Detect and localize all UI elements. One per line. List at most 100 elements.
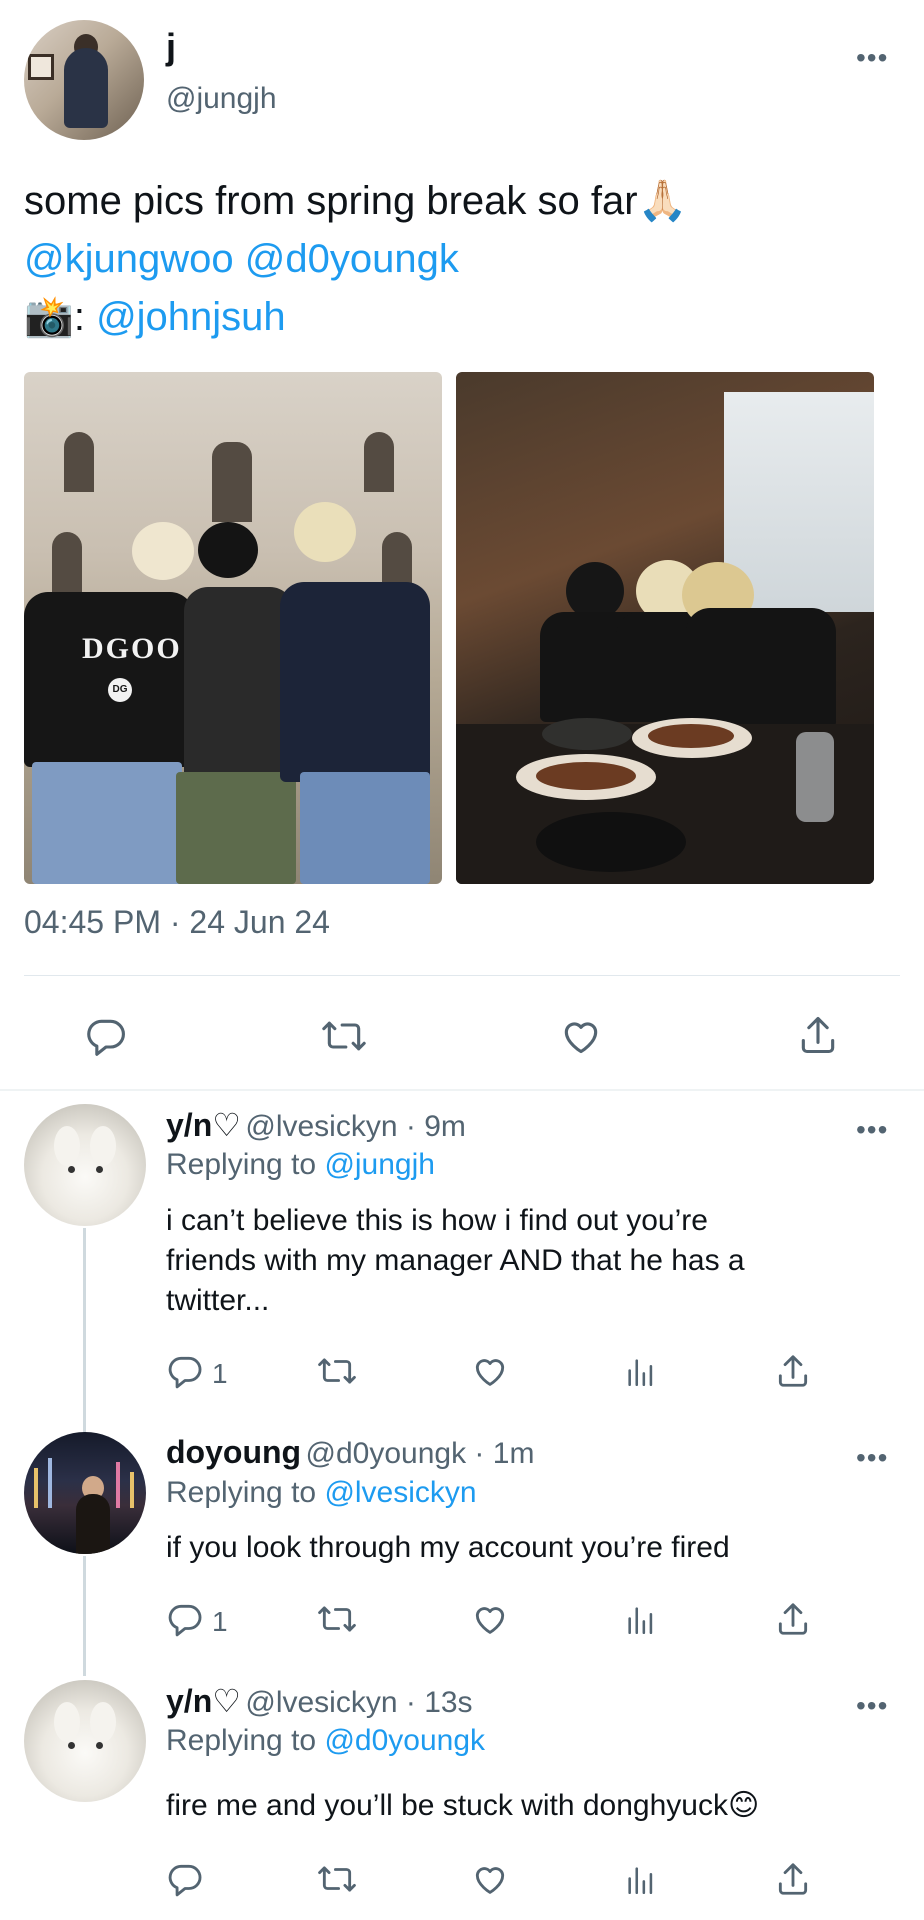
bunny-ear <box>90 1126 116 1166</box>
like-icon[interactable] <box>470 1352 510 1390</box>
cathedral-window <box>212 442 252 522</box>
cathedral-window <box>52 532 82 592</box>
tweet-text: some pics from spring break so far🙏🏻 @kj… <box>24 172 904 346</box>
reply-icon[interactable] <box>166 1600 204 1638</box>
more-options-icon[interactable]: ••• <box>856 1114 888 1146</box>
reply-text: i can’t believe this is how i find out y… <box>166 1201 886 1321</box>
divider <box>24 975 900 976</box>
retweet-icon[interactable] <box>316 1352 358 1390</box>
reply-text-line: friends with my manager AND that he has … <box>166 1244 745 1277</box>
reply-icon[interactable] <box>166 1352 204 1390</box>
share-icon[interactable] <box>774 1860 812 1898</box>
reply-count: 1 <box>212 1606 228 1637</box>
tweet-photo-2[interactable] <box>456 372 874 884</box>
more-options-icon[interactable]: ••• <box>856 1690 888 1722</box>
reply-count: 1 <box>212 1358 228 1389</box>
reply-text-line: if you look through my account you’re fi… <box>166 1531 730 1564</box>
like-icon[interactable] <box>470 1600 510 1638</box>
bunny-eye <box>68 1166 75 1173</box>
person-seated <box>686 608 836 728</box>
reply-handle-time[interactable]: @lvesickyn · 9m <box>245 1110 466 1143</box>
dinner-plate <box>542 718 632 750</box>
avatar-figure <box>64 48 108 128</box>
credit-colon: : <box>73 295 85 339</box>
mention-johnjsuh[interactable]: @johnjsuh <box>96 295 286 339</box>
person-navy-polo <box>280 582 430 782</box>
retweet-icon[interactable] <box>316 1860 358 1898</box>
city-light <box>130 1472 134 1508</box>
like-icon[interactable] <box>470 1860 510 1898</box>
mention-d0youngk[interactable]: @d0youngk <box>245 237 459 281</box>
bunny-ear <box>90 1702 116 1742</box>
thread-line <box>83 1556 86 1676</box>
tweet-timestamp[interactable]: 04:45 PM · 24 Jun 24 <box>24 904 330 941</box>
replying-to: Replying to @lvesickyn <box>166 1476 477 1510</box>
reply-avatar[interactable] <box>24 1680 146 1802</box>
retweet-icon[interactable] <box>316 1600 358 1638</box>
retweet-icon[interactable] <box>320 1014 368 1058</box>
reply-text-line: fire me and you’ll be stuck with donghyu… <box>166 1789 760 1822</box>
author-handle[interactable]: @jungjh <box>166 82 277 116</box>
like-icon[interactable] <box>558 1014 604 1058</box>
reply-handle-time[interactable]: @d0youngk · 1m <box>306 1437 535 1470</box>
reply-icon[interactable] <box>84 1014 128 1058</box>
replying-to-label: Replying to <box>166 1148 317 1181</box>
food-dish <box>536 762 636 790</box>
replying-to-handle[interactable]: @d0youngk <box>324 1724 485 1757</box>
author-display-name[interactable]: j <box>166 26 176 68</box>
views-icon[interactable] <box>624 1862 658 1898</box>
share-icon[interactable] <box>774 1352 812 1390</box>
reply-display-name[interactable]: y/n♡ <box>166 1683 241 1719</box>
reply-header: y/n♡ @lvesickyn · 9m <box>166 1106 466 1144</box>
person-head <box>132 522 194 580</box>
views-icon[interactable] <box>624 1602 658 1638</box>
tweet-text-line-1: some pics from spring break so far🙏🏻 <box>24 179 688 223</box>
share-icon[interactable] <box>774 1600 812 1638</box>
views-icon[interactable] <box>624 1354 658 1390</box>
reply-icon[interactable] <box>166 1860 204 1898</box>
bunny-eye <box>96 1166 103 1173</box>
person-head <box>198 522 258 578</box>
replying-to-handle[interactable]: @jungjh <box>324 1148 435 1181</box>
replying-to: Replying to @jungjh <box>166 1148 435 1182</box>
person-jeans <box>300 772 430 884</box>
person-head <box>294 502 356 562</box>
city-light <box>116 1462 120 1508</box>
share-icon[interactable] <box>796 1012 840 1058</box>
more-options-icon[interactable]: ••• <box>856 42 888 74</box>
reply-text: if you look through my account you’re fi… <box>166 1528 886 1568</box>
shirt-print-logo: DG <box>108 678 132 702</box>
reply-text-line: i can’t believe this is how i find out y… <box>166 1204 708 1237</box>
person-dark-henley <box>184 587 294 782</box>
author-avatar[interactable] <box>24 20 144 140</box>
person-green-pants <box>176 772 296 884</box>
thread-line <box>83 1228 86 1436</box>
more-options-icon[interactable]: ••• <box>856 1442 888 1474</box>
reply-text-line: twitter... <box>166 1284 270 1317</box>
camera-emoji: 📸 <box>24 295 74 339</box>
water-glass <box>796 732 834 822</box>
cathedral-window <box>364 432 394 492</box>
tweet-photo-1[interactable]: DGOO DG <box>24 372 442 884</box>
reply-display-name[interactable]: y/n♡ <box>166 1107 241 1143</box>
bunny-ear <box>54 1126 80 1166</box>
bunny-eye <box>96 1742 103 1749</box>
reply-avatar[interactable] <box>24 1104 146 1226</box>
reply-text: fire me and you’ll be stuck with donghyu… <box>166 1786 886 1826</box>
reply-handle-time[interactable]: @lvesickyn · 13s <box>245 1686 472 1719</box>
replying-to-label: Replying to <box>166 1476 317 1509</box>
reply-display-name[interactable]: doyoung <box>166 1434 301 1470</box>
mention-kjungwoo[interactable]: @kjungwoo <box>24 237 234 281</box>
cathedral-window <box>64 432 94 492</box>
tweet-text-line-2: @kjungwoo @d0youngk <box>24 230 904 288</box>
person-jeans <box>32 762 182 884</box>
reply-avatar[interactable] <box>24 1432 146 1554</box>
bowl <box>536 812 686 872</box>
city-light <box>48 1458 52 1508</box>
avatar-photo-frame <box>28 54 54 80</box>
shirt-print-text: DGOO <box>82 632 182 665</box>
bunny-eye <box>68 1742 75 1749</box>
replying-to-handle[interactable]: @lvesickyn <box>324 1476 476 1509</box>
person-figure <box>76 1494 110 1554</box>
replying-to-label: Replying to <box>166 1724 317 1757</box>
